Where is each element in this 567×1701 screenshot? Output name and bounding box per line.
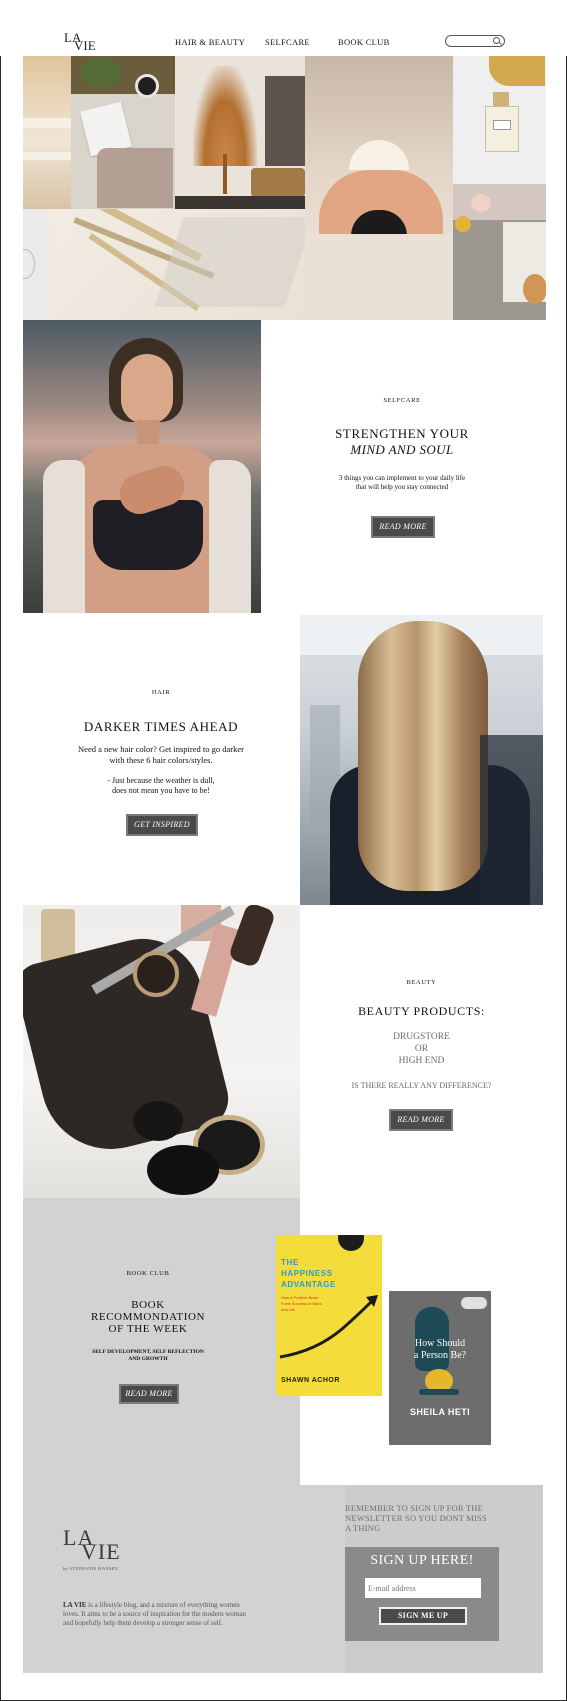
bookclub-covers-panel: THE HAPPINESS ADVANTAGE How a Positive B… — [276, 1198, 543, 1485]
book2-title-line1: How Should — [414, 1338, 466, 1349]
nav-hair-beauty[interactable]: HAIR & BEAUTY — [175, 37, 245, 47]
bookclub-sub-line2: AND GROWTH — [128, 1356, 168, 1362]
nav-book-club[interactable]: BOOK CLUB — [338, 37, 390, 47]
newsletter-line3: A THING — [345, 1523, 381, 1533]
book2-author: SHEILA HETI — [409, 1407, 471, 1417]
beauty-line-high-end: HIGH END — [398, 1056, 445, 1066]
sign-me-up-button[interactable]: SIGN ME UP — [379, 1607, 467, 1625]
beauty-text-panel: BEAUTY BEAUTY PRODUCTS: DRUGSTORE OR HIG… — [300, 905, 543, 1198]
selfcare-title-italic: MIND AND SOUL — [350, 442, 454, 457]
beauty-section: BEAUTY BEAUTY PRODUCTS: DRUGSTORE OR HIG… — [23, 905, 543, 1198]
footer-logo[interactable]: LA VIE — [63, 1525, 123, 1569]
hair-text-panel: HAIR DARKER TIMES AHEAD Need a new hair … — [23, 613, 299, 905]
footer-about: LA VIE is a lifestyle blog, and a mixtur… — [63, 1601, 253, 1628]
hair-photo — [300, 615, 543, 905]
beauty-line-or: OR — [414, 1044, 429, 1054]
collage-image-interior — [23, 56, 71, 209]
bookclub-section: BOOK CLUB BOOK RECOMMONDATION OF THE WEE… — [23, 1198, 543, 1485]
hair-get-inspired-button[interactable]: GET INSPIRED — [126, 814, 198, 836]
newsletter-line1: REMEMBER TO SIGN UP FOR THE — [345, 1503, 484, 1513]
beauty-title: BEAUTY PRODUCTS: — [358, 1004, 485, 1018]
hair-title: DARKER TIMES AHEAD — [83, 719, 239, 734]
email-field[interactable] — [365, 1578, 481, 1598]
site-footer: LA VIE by STEPHANIE HANSEN LA VIE is a l… — [23, 1485, 543, 1673]
hair-section: HAIR DARKER TIMES AHEAD Need a new hair … — [23, 613, 543, 905]
bookclub-text-panel: BOOK CLUB BOOK RECOMMONDATION OF THE WEE… — [23, 1198, 300, 1485]
newsletter-reminder: REMEMBER TO SIGN UP FOR THE NEWSLETTER S… — [345, 1503, 543, 1533]
hair-quote-line2: does not mean you have to be! — [112, 786, 210, 795]
selfcare-read-more-button[interactable]: READ MORE — [371, 516, 435, 538]
bookclub-title-line2: RECOMMONDATION — [90, 1311, 206, 1323]
book1-arrow-graphic — [279, 1295, 378, 1359]
footer-left-panel — [23, 1485, 345, 1673]
nav-selfcare[interactable]: SELFCARE — [265, 37, 310, 47]
selfcare-title: STRENGTHEN YOUR — [335, 426, 469, 441]
selfcare-text-panel: SELFCARE STRENGTHEN YOUR MIND AND SOUL 3… — [261, 320, 543, 613]
bookclub-title-line3: OF THE WEEK — [108, 1323, 188, 1335]
bookclub-sub-line1: SELF DEVELOPMENT, SELF REFLECTION — [92, 1349, 204, 1355]
beauty-read-more-button[interactable]: READ MORE — [389, 1109, 453, 1131]
search-icon[interactable] — [493, 37, 500, 44]
book1-title-line3: ADVANTAGE — [281, 1280, 336, 1289]
collage-image-white-detail — [23, 209, 49, 320]
signup-box: SIGN UP HERE! SIGN ME UP — [345, 1547, 499, 1641]
book1-title-line2: HAPPINESS — [281, 1269, 333, 1278]
newsletter-line2: NEWSLETTER SO YOU DONT MISS — [345, 1513, 487, 1523]
hair-kicker: HAIR — [151, 689, 171, 696]
book1-author: SHAWN ACHOR — [281, 1377, 340, 1384]
logo-text-bottom: VIE — [74, 38, 96, 53]
beauty-photo — [23, 905, 300, 1198]
selfcare-body-line1: 3 things you can implement to your daily… — [338, 474, 466, 482]
bookclub-title-line1: BOOK — [131, 1299, 165, 1311]
hair-lead-line1: Need a new hair color? Get inspired to g… — [78, 744, 244, 754]
footer-logo-byline: by STEPHANIE HANSEN — [63, 1566, 119, 1571]
site-header: LA VIE HAIR & BEAUTY SELFCARE BOOK CLUB — [0, 0, 567, 56]
selfcare-body-line2: that will help you stay connected — [355, 483, 449, 491]
book-cover-happiness-advantage[interactable]: THE HAPPINESS ADVANTAGE How a Positive B… — [276, 1235, 382, 1396]
site-logo[interactable]: LA VIE — [62, 30, 96, 53]
collage-image-flowers — [453, 184, 546, 320]
collage-image-perfume — [453, 56, 546, 184]
footer-about-brand: LA VIE — [63, 1601, 87, 1609]
selfcare-kicker: SELFCARE — [383, 397, 421, 404]
bookclub-kicker: BOOK CLUB — [126, 1270, 170, 1277]
footer-logo-bottom: VIE — [81, 1539, 121, 1564]
bookclub-read-more-button[interactable]: READ MORE — [119, 1384, 179, 1404]
selfcare-photo — [23, 320, 261, 613]
collage-image-palm-shadows — [49, 209, 305, 320]
newsletter-panel: REMEMBER TO SIGN UP FOR THE NEWSLETTER S… — [345, 1485, 543, 1673]
collage-image-arch-decor — [305, 56, 453, 320]
hair-lead-line2: with these 6 hair colors/styles. — [109, 755, 213, 765]
book1-title-line1: THE — [281, 1258, 299, 1267]
beauty-line-drugstore: DRUGSTORE — [393, 1032, 450, 1042]
book2-title-line2: a Person Be? — [413, 1350, 467, 1361]
selfcare-section: SELFCARE STRENGTHEN YOUR MIND AND SOUL 3… — [23, 320, 543, 613]
search-input[interactable] — [445, 35, 505, 47]
beauty-question: IS THERE REALLY ANY DIFFERENCE? — [351, 1081, 492, 1090]
mood-collage — [23, 56, 546, 320]
beauty-kicker: BEAUTY — [406, 979, 437, 986]
signup-title: SIGN UP HERE! — [370, 1553, 474, 1568]
collage-image-palm-leaf — [175, 56, 305, 209]
footer-about-text: is a lifestyle blog, and a mixture of ev… — [63, 1601, 246, 1627]
collage-image-notebook — [71, 56, 175, 209]
hair-quote-line1: - Just because the weather is dull, — [107, 776, 215, 785]
book-cover-how-should-a-person-be[interactable]: How Should a Person Be? SHEILA HETI — [389, 1291, 491, 1445]
